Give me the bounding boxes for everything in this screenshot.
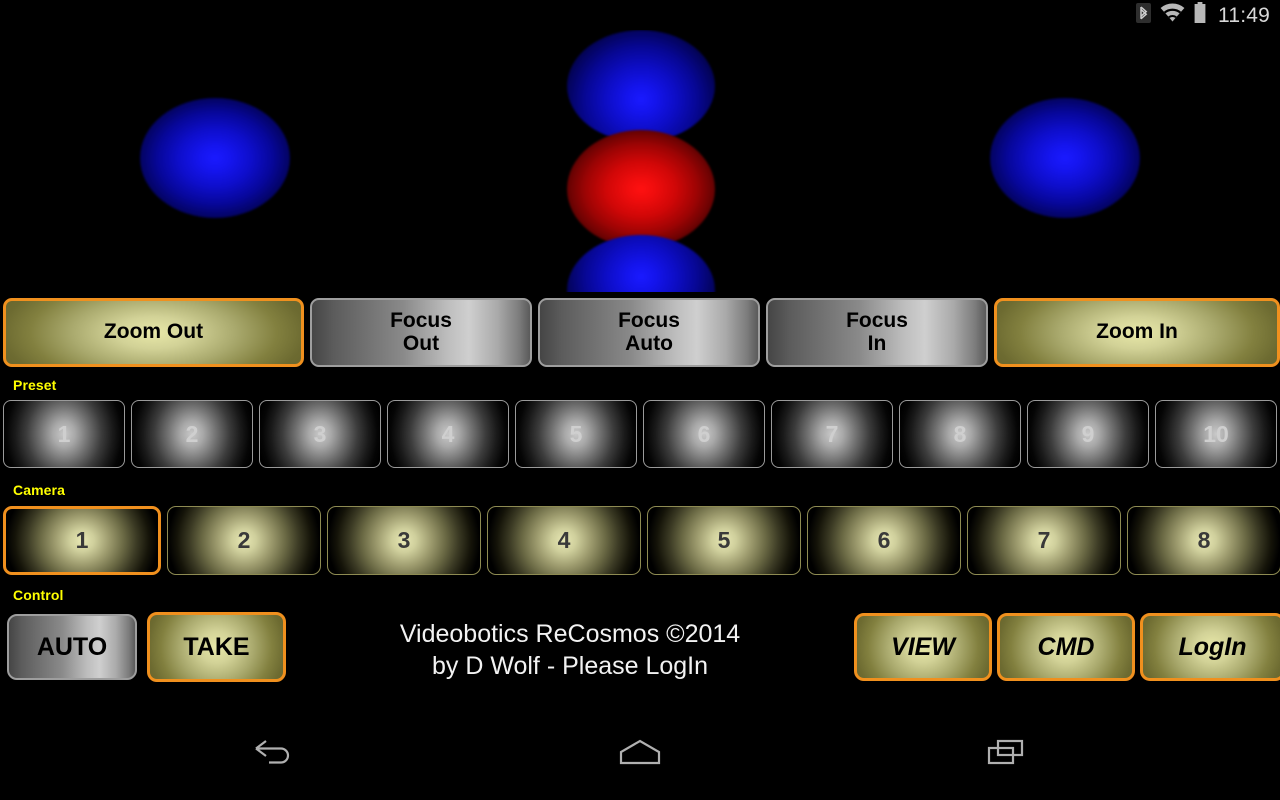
camera-button-8[interactable]: 8 [1127,506,1280,575]
status-bar: 11:49 [0,0,1280,30]
status-bar-clock: 11:49 [1218,3,1270,27]
preset-button-label: 9 [1081,420,1095,447]
camera-button-5[interactable]: 5 [647,506,801,575]
cmd-label: CMD [1037,632,1095,661]
auto-button[interactable]: AUTO [7,614,137,680]
tally-center-bottom-blue [567,235,715,292]
home-icon [618,738,662,771]
android-navigation-bar [0,708,1280,800]
focus-in-label-line2: In [867,331,887,355]
focus-out-label-line2: Out [402,331,440,355]
bluetooth-icon [1136,2,1151,28]
preset-button-10[interactable]: 10 [1155,400,1277,468]
preset-button-3[interactable]: 3 [259,400,381,468]
brand-text: Videobotics ReCosmos ©2014 by D Wolf - P… [330,618,810,682]
focus-auto-label-line1: Focus [618,308,680,332]
focus-in-label-line1: Focus [846,308,908,332]
view-label: VIEW [891,632,955,661]
preset-button-6[interactable]: 6 [643,400,765,468]
camera-button-label: 5 [717,527,731,554]
focus-auto-label-line2: Auto [625,331,673,355]
camera-button-label: 7 [1037,527,1051,554]
nav-spacer-right [1097,708,1280,800]
focus-in-button[interactable]: Focus In [766,298,988,367]
control-group-label: Control [13,587,64,603]
preset-button-2[interactable]: 2 [131,400,253,468]
focus-auto-button[interactable]: Focus Auto [538,298,760,367]
nav-spacer-mid-right [731,708,914,800]
camera-button-label: 4 [557,527,571,554]
preset-group-label: Preset [13,377,57,393]
preset-button-label: 3 [313,420,327,447]
tally-light-panel [0,30,1280,292]
zoom-out-button[interactable]: Zoom Out [3,298,304,367]
take-label: TAKE [183,632,250,661]
tally-right-blue [990,98,1140,218]
zoom-out-label: Zoom Out [103,320,204,344]
tally-center-middle-red [567,130,715,248]
focus-auto-label: Focus Auto [618,308,680,355]
take-button[interactable]: TAKE [147,612,286,682]
preset-button-8[interactable]: 8 [899,400,1021,468]
auto-label: AUTO [36,632,108,661]
back-icon [254,739,294,770]
login-label: LogIn [1178,632,1247,661]
cmd-button[interactable]: CMD [997,613,1135,681]
camera-button-7[interactable]: 7 [967,506,1121,575]
preset-button-7[interactable]: 7 [771,400,893,468]
tally-center-top-blue [567,30,715,142]
camera-row: 1 2 3 4 5 6 7 8 [3,506,1280,575]
camera-button-2[interactable]: 2 [167,506,321,575]
preset-button-label: 4 [441,420,455,447]
preset-button-label: 6 [697,420,711,447]
nav-back-button[interactable] [183,708,366,800]
preset-button-4[interactable]: 4 [387,400,509,468]
nav-recents-button[interactable] [914,708,1097,800]
camera-button-label: 6 [877,527,891,554]
preset-button-label: 2 [185,420,199,447]
preset-button-label: 5 [569,420,583,447]
preset-button-9[interactable]: 9 [1027,400,1149,468]
brand-line-1: Videobotics ReCosmos ©2014 [399,620,741,648]
nav-spacer-left [0,708,183,800]
camera-button-4[interactable]: 4 [487,506,641,575]
focus-out-label: Focus Out [390,308,452,355]
nav-home-button[interactable] [549,708,732,800]
focus-in-label: Focus In [846,308,908,355]
preset-button-label: 7 [825,420,839,447]
preset-button-5[interactable]: 5 [515,400,637,468]
camera-button-label: 1 [75,527,89,554]
battery-icon [1194,2,1206,28]
view-button[interactable]: VIEW [854,613,992,681]
app-root: 11:49 Zoom Out Focus Out Focus Auto Focu… [0,0,1280,800]
brand-line-2: by D Wolf - Please LogIn [431,652,709,680]
focus-out-label-line1: Focus [390,308,452,332]
preset-button-label: 1 [57,420,71,447]
login-button[interactable]: LogIn [1140,613,1280,681]
zoom-in-label: Zoom In [1096,320,1178,344]
camera-button-label: 8 [1197,527,1211,554]
preset-button-label: 8 [953,420,967,447]
camera-group-label: Camera [13,482,65,498]
preset-button-label: 10 [1203,420,1229,447]
focus-out-button[interactable]: Focus Out [310,298,532,367]
camera-button-6[interactable]: 6 [807,506,961,575]
lens-control-row: Zoom Out Focus Out Focus Auto Focus In Z… [0,298,1280,367]
wifi-icon [1160,3,1185,27]
tally-left-blue [140,98,290,218]
control-row: AUTO TAKE Videobotics ReCosmos ©2014 by … [0,610,1280,682]
zoom-in-button[interactable]: Zoom In [994,298,1280,367]
camera-button-1[interactable]: 1 [3,506,161,575]
camera-button-label: 2 [237,527,251,554]
camera-button-label: 3 [397,527,411,554]
recents-icon [986,738,1026,771]
camera-button-3[interactable]: 3 [327,506,481,575]
preset-button-1[interactable]: 1 [3,400,125,468]
nav-spacer-mid-left [366,708,549,800]
preset-row: 1 2 3 4 5 6 7 8 9 10 [3,400,1277,468]
